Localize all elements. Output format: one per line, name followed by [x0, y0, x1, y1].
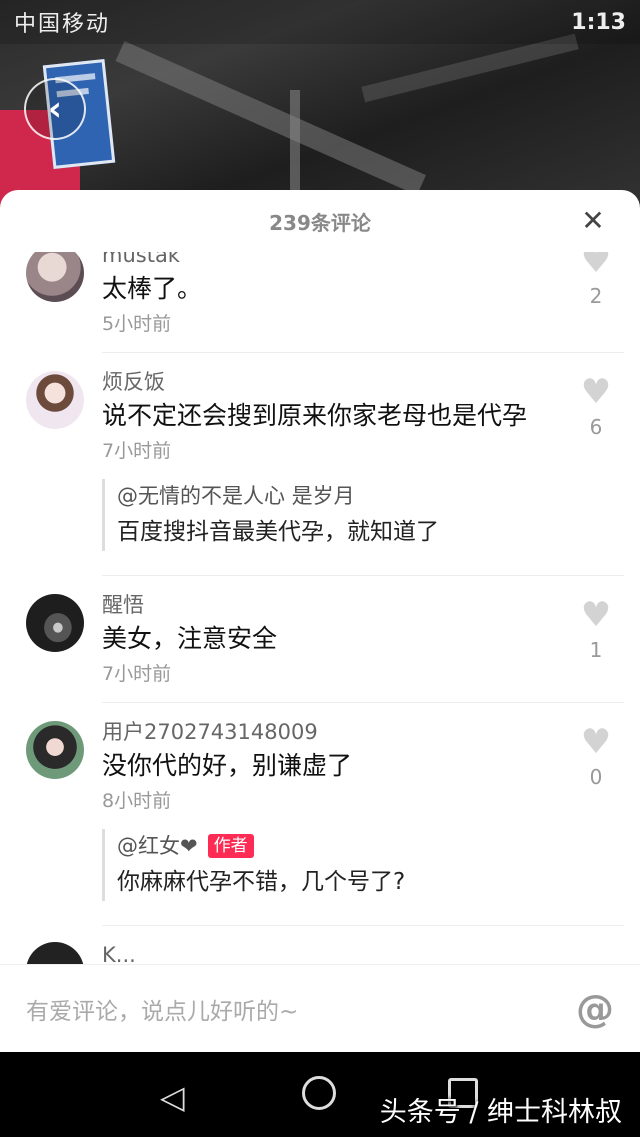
- comment-text: 说不定还会搜到原来你家老母也是代孕: [102, 401, 528, 430]
- watermark: 头条号 / 绅士科林叔: [379, 1097, 622, 1128]
- avatar[interactable]: [26, 942, 84, 964]
- like-count: 0: [589, 765, 603, 789]
- avatar[interactable]: [26, 721, 84, 779]
- nav-home-icon[interactable]: [302, 1076, 336, 1110]
- heart-icon: ♥: [580, 372, 612, 412]
- like-button[interactable]: ♥ 2: [578, 252, 614, 308]
- heart-icon: ♥: [580, 252, 612, 281]
- close-icon: ✕: [581, 204, 605, 237]
- comment-username[interactable]: mustak: [102, 252, 570, 270]
- heart-icon: ♥: [580, 722, 612, 762]
- comment-username[interactable]: 烦反饭: [102, 367, 570, 397]
- reply-block: @无情的不是人心 是岁月 百度搜抖音最美代孕，就知道了: [102, 479, 570, 551]
- carrier-label: 中国移动: [14, 12, 111, 37]
- comment-username[interactable]: 用户2702743148009: [102, 717, 570, 747]
- clock: 1:13: [571, 9, 626, 35]
- reply-username[interactable]: @无情的不是人心 是岁月: [117, 479, 570, 513]
- comment-username[interactable]: K...: [102, 940, 570, 964]
- comment-username[interactable]: 醒悟: [102, 590, 570, 620]
- nav-back-icon[interactable]: ◁: [160, 1078, 185, 1116]
- comment-text: 美女，注意安全: [102, 624, 278, 653]
- reply-text: 你麻麻代孕不错，几个号了?: [117, 869, 406, 895]
- comment-item: 烦反饭 说不定还会搜到原来你家老母也是代孕 7小时前 @无情的不是人心 是岁月 …: [0, 353, 640, 575]
- author-badge: 作者: [207, 834, 254, 858]
- comment-input[interactable]: 有爱评论，说点儿好听的~: [26, 992, 298, 1026]
- at-mention-icon[interactable]: @: [576, 987, 614, 1031]
- comment-time: 8小时前: [102, 790, 172, 812]
- like-count: 2: [589, 284, 603, 308]
- sheet-header: 239条评论 ✕: [0, 190, 640, 252]
- reply-text: 百度搜抖音最美代孕，就知道了: [117, 519, 439, 545]
- close-button[interactable]: ✕: [576, 204, 610, 238]
- reply-username-text: @无情的不是人心 是岁月: [117, 484, 355, 508]
- comment-list[interactable]: mustak 太棒了。 5小时前 ♥ 2 烦反饭 说不定还会搜到原来你家老母也是…: [0, 252, 640, 964]
- back-button[interactable]: ‹: [24, 78, 86, 140]
- avatar[interactable]: [26, 594, 84, 652]
- reply-username-text: @红女❤: [117, 834, 198, 858]
- like-count: 1: [589, 638, 603, 662]
- comment-text: 太棒了。: [102, 274, 203, 303]
- comment-time: 7小时前: [102, 663, 172, 685]
- reply-username[interactable]: @红女❤ 作者: [117, 829, 570, 863]
- comment-time: 5小时前: [102, 313, 172, 335]
- like-button[interactable]: ♥ 0: [578, 725, 614, 789]
- avatar[interactable]: [26, 252, 84, 302]
- chevron-left-icon: ‹: [47, 89, 62, 129]
- system-nav-bar: ◁ 头条号 / 绅士科林叔: [0, 1052, 640, 1137]
- comment-count-title: 239条评论: [269, 210, 371, 235]
- avatar[interactable]: [26, 371, 84, 429]
- like-button[interactable]: ♥ 6: [578, 375, 614, 439]
- comment-item: mustak 太棒了。 5小时前 ♥ 2: [0, 252, 640, 352]
- comment-input-bar[interactable]: 有爱评论，说点儿好听的~ @: [0, 964, 640, 1052]
- like-button[interactable]: ♥ 1: [578, 598, 614, 662]
- comment-sheet: 239条评论 ✕ mustak 太棒了。 5小时前 ♥ 2 烦反饭 说不定还会搜…: [0, 190, 640, 1052]
- comment-item: 用户2702743148009 没你代的好，别谦虚了 8小时前 @红女❤ 作者 …: [0, 703, 640, 925]
- status-bar: 中国移动 1:13: [0, 0, 640, 44]
- heart-icon: ♥: [580, 595, 612, 635]
- ceiling-beam: [115, 40, 426, 196]
- reply-block: @红女❤ 作者 你麻麻代孕不错，几个号了?: [102, 829, 570, 901]
- comment-text: 没你代的好，别谦虚了: [102, 751, 353, 780]
- comment-item: K...: [0, 926, 640, 964]
- like-count: 6: [589, 415, 603, 439]
- comment-item: 醒悟 美女，注意安全 7小时前 ♥ 1: [0, 576, 640, 702]
- comment-time: 7小时前: [102, 440, 172, 462]
